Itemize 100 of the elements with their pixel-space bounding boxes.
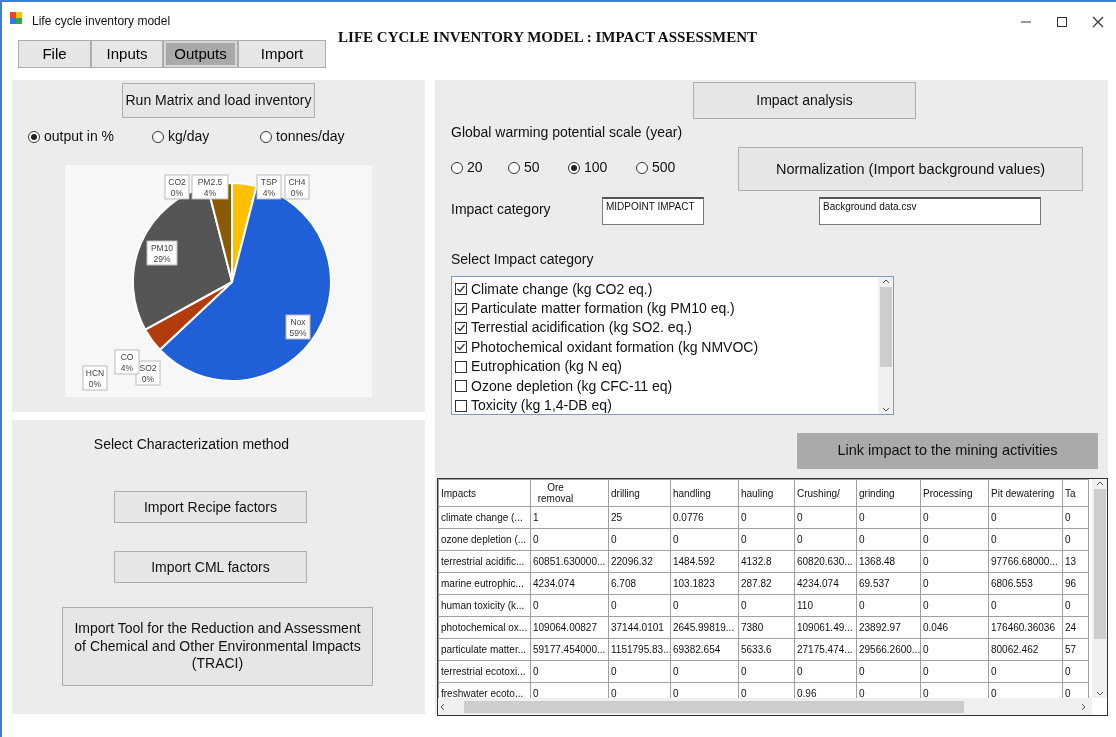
checklist-item[interactable]: Eutrophication (kg N eq)	[455, 357, 759, 377]
background-file-field[interactable]: Background data.csv	[819, 197, 1041, 226]
table-cell: 0	[856, 506, 921, 529]
column-header: Processing	[920, 479, 989, 507]
table-cell: 0	[738, 660, 795, 683]
import-button[interactable]: Import Tool for the Reduction and Assessment of Chemical and Other Environmental Impacts (TRACI)	[62, 607, 373, 686]
radio-button[interactable]: 500	[636, 157, 716, 179]
table-cell: 5633.6	[738, 638, 795, 661]
table-cell: 0	[856, 528, 921, 551]
table-cell: 0	[1062, 660, 1089, 683]
table-cell: 109064.00827	[530, 616, 609, 639]
table-cell: marine eutrophic...	[438, 572, 531, 595]
impact-category-field[interactable]: MIDPOINT IMPACT	[602, 197, 704, 226]
table-cell: 0	[920, 660, 989, 683]
checklist-item[interactable]: Climate change (kg CO2 eq.)	[455, 279, 759, 299]
table-cell: 1484.592	[670, 550, 739, 573]
table-cell: 69382.654	[670, 638, 739, 661]
table-cell: 27175.474...	[794, 638, 857, 661]
slice-label: Nox	[290, 317, 307, 327]
table-cell: 103.1823	[670, 572, 739, 595]
table-cell: human toxicity (k...	[438, 594, 531, 617]
table-cell: 0.0776	[670, 506, 739, 529]
import-button[interactable]: Import CML factors	[114, 551, 307, 583]
table-cell: 80062.462	[988, 638, 1063, 661]
category-list[interactable]	[451, 276, 894, 416]
scrollbar[interactable]	[878, 277, 893, 415]
menu-tab[interactable]: Outputs	[163, 40, 238, 68]
table-cell: ozone depletion (...	[438, 528, 531, 551]
import-button[interactable]: Import Recipe factors	[114, 491, 307, 523]
table-cell: 60820.630...	[794, 550, 857, 573]
data-label: SO2 0%	[135, 360, 161, 386]
menu-tab[interactable]: Inputs	[91, 40, 163, 68]
close-icon[interactable]	[1092, 16, 1104, 28]
data-label: TSP 4%	[256, 174, 282, 200]
data-label: 29%	[153, 254, 171, 264]
checklist-item[interactable]: Toxicity (kg 1,4-DB eq)	[455, 395, 759, 416]
table-cell: 0	[670, 528, 739, 551]
checklist-item[interactable]: Photochemical oxidant formation (kg NMVOC)	[455, 337, 759, 358]
table-cell: 0	[530, 528, 609, 551]
table-cell: terrestrial ecotoxi...	[438, 660, 531, 683]
radio-button[interactable]: 50	[508, 157, 568, 179]
column-header: grinding	[856, 479, 921, 507]
column-header: Crushing/	[794, 479, 857, 507]
table-cell: 287.82	[738, 572, 795, 595]
scrollbar[interactable]	[1092, 479, 1107, 698]
table-cell: 0	[530, 660, 609, 683]
data-label: 4%	[262, 188, 276, 198]
table-cell: 0	[920, 550, 989, 573]
radio-button[interactable]: output in %	[28, 126, 152, 147]
table-cell: 23892.97	[856, 616, 921, 639]
checklist-item[interactable]: Particulate matter formation (kg PM10 eq.)	[455, 298, 759, 319]
page-heading: LIFE CYCLE INVENTORY MODEL : IMPACT ASSESSMENT	[338, 28, 758, 47]
table-cell: 0	[608, 660, 671, 683]
data-label: HCN 0%	[82, 365, 108, 391]
data-label: PM2.5 4%	[191, 174, 229, 200]
table-cell: 0	[920, 572, 989, 595]
data-label: 4%	[203, 188, 217, 198]
section-label: Select Characterization method	[93, 435, 290, 454]
table-cell: 0	[794, 660, 857, 683]
link-impact-button[interactable]: Link impact to the mining activities	[797, 433, 1098, 469]
table-cell: 24	[1062, 616, 1089, 639]
table-cell: 22096.32	[608, 550, 671, 573]
column-header: drilling	[608, 479, 671, 507]
radio-button[interactable]: kg/day	[152, 126, 260, 147]
normalization-button[interactable]: Normalization (Import background values)	[738, 147, 1083, 192]
table-cell: 0	[856, 660, 921, 683]
impact-category-label: Impact category	[451, 200, 552, 220]
table-cell: 29566.2600...	[856, 638, 921, 661]
run-matrix-button[interactable]: Run Matrix and load inventory	[122, 83, 315, 118]
table-cell: 0	[794, 506, 857, 529]
scrollbar[interactable]	[438, 698, 1092, 715]
radio-button[interactable]: tonnes/day	[260, 126, 380, 147]
data-label: CH4 0%	[284, 174, 310, 200]
checklist-item[interactable]: Ozone depletion (kg CFC-11 eq)	[455, 376, 759, 396]
table-cell: 4234.074	[530, 572, 609, 595]
column-header: Impacts	[438, 479, 531, 507]
slice-label: CO	[120, 352, 134, 362]
maximize-icon[interactable]	[1056, 16, 1068, 28]
menu-tab[interactable]: Import	[238, 40, 326, 68]
radio-button[interactable]: 20	[451, 157, 508, 179]
table-cell: 0	[856, 594, 921, 617]
table-cell: 0	[988, 594, 1063, 617]
table-cell: 0	[670, 660, 739, 683]
table-cell: 0	[920, 528, 989, 551]
data-label: CO2 0%	[164, 174, 190, 200]
table-cell: 0	[738, 506, 795, 529]
column-header: Ta	[1062, 479, 1089, 507]
table-cell: 0	[1062, 594, 1089, 617]
gwp-label: Global warming potential scale (year)	[451, 123, 684, 143]
table-cell: 4234.074	[794, 572, 857, 595]
table-cell: 0	[1062, 506, 1089, 529]
radio-button[interactable]: 100	[568, 157, 636, 179]
table-cell: 110	[794, 594, 857, 617]
table-cell: photochemical ox...	[438, 616, 531, 639]
data-label: Nox 59%	[285, 314, 311, 340]
impact-analysis-button[interactable]: Impact analysis	[693, 82, 916, 120]
menu-tab[interactable]: File	[18, 40, 91, 68]
select-category-label: Select Impact category	[451, 250, 595, 270]
checklist-item[interactable]: Terrestial acidification (kg SO2. eq.)	[455, 318, 759, 338]
table-cell: 109061.49...	[794, 616, 857, 639]
